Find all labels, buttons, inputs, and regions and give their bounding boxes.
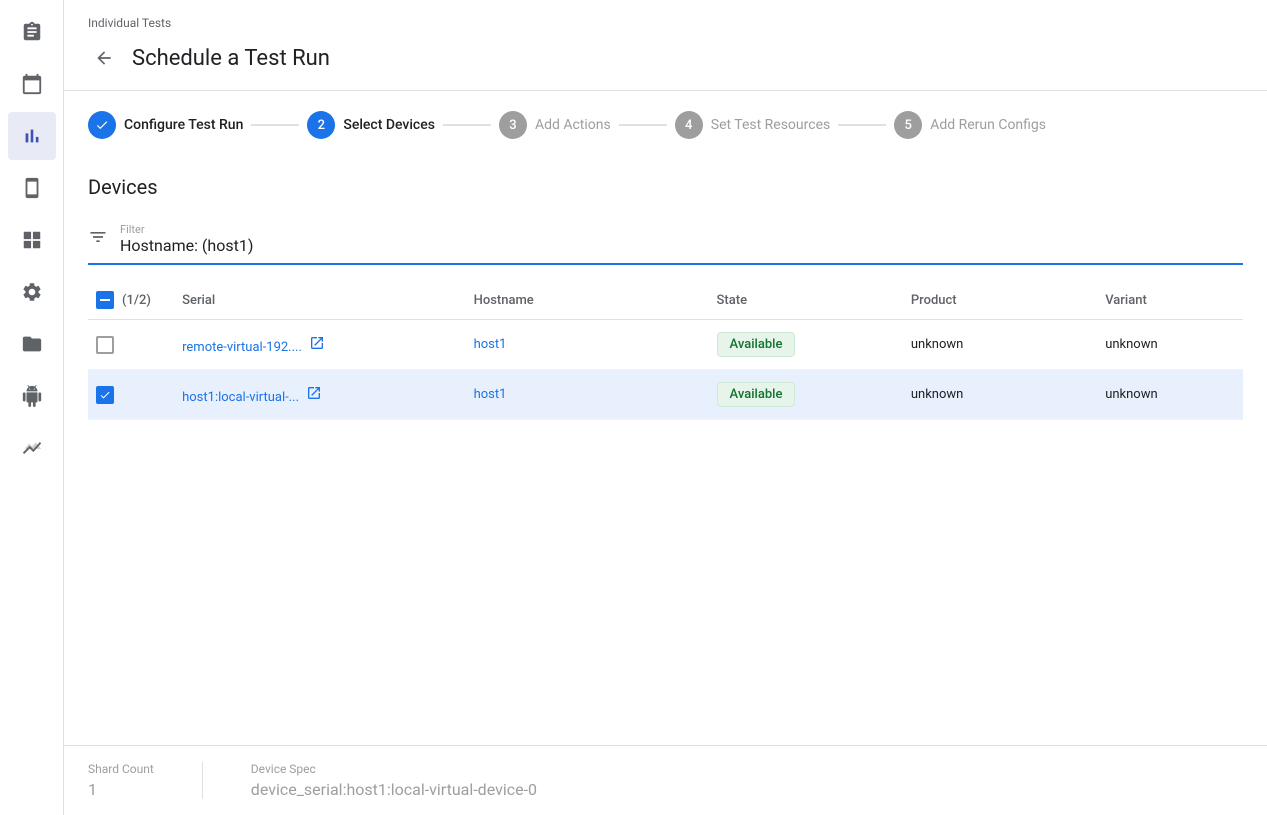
devices-table: (1/2) Serial Hostname State Product — [88, 281, 1243, 420]
step-5-circle: 5 — [894, 111, 922, 139]
row-1-serial: remote-virtual-192.... — [174, 320, 466, 370]
step-3-circle: 3 — [499, 111, 527, 139]
row-1-variant: unknown — [1097, 320, 1243, 370]
row-2-variant: unknown — [1097, 370, 1243, 420]
table-header-serial: Serial — [174, 281, 466, 320]
row-2-serial: host1:local-virtual-... — [174, 370, 466, 420]
row-2-external-link-icon[interactable] — [306, 385, 322, 401]
row-2-hostname-link[interactable]: host1 — [474, 387, 507, 402]
row-2-checkbox[interactable] — [96, 386, 114, 404]
step-3-number: 3 — [509, 118, 516, 133]
row-2-state: Available — [709, 370, 903, 420]
page-header: Individual Tests Schedule a Test Run — [64, 0, 1267, 91]
table-row[interactable]: remote-virtual-192.... host1 Available u… — [88, 320, 1243, 370]
sidebar-item-android[interactable] — [8, 372, 56, 420]
sidebar-item-grid[interactable] — [8, 216, 56, 264]
sidebar — [0, 0, 64, 815]
shard-count-label: Shard Count — [88, 762, 154, 776]
filter-row[interactable]: Filter Hostname: (host1) — [88, 215, 1243, 265]
check-icon — [95, 118, 109, 132]
content-area: Devices Filter Hostname: (host1) — [64, 159, 1267, 745]
sidebar-item-calendar[interactable] — [8, 60, 56, 108]
step-5[interactable]: 5 Add Rerun Configs — [894, 111, 1046, 139]
back-button[interactable] — [88, 42, 120, 74]
device-spec-label: Device Spec — [251, 762, 537, 776]
device-spec-field: Device Spec device_serial:host1:local-vi… — [251, 762, 537, 799]
table-row[interactable]: host1:local-virtual-... host1 Available … — [88, 370, 1243, 420]
step-5-label: Add Rerun Configs — [930, 117, 1046, 133]
row-2-checkbox-cell[interactable] — [88, 370, 174, 420]
step-3-label: Add Actions — [535, 117, 611, 133]
row-count: (1/2) — [122, 293, 151, 308]
page-title: Schedule a Test Run — [132, 46, 330, 71]
shard-count-field: Shard Count 1 — [88, 762, 154, 799]
row-1-external-link-icon[interactable] — [309, 335, 325, 351]
connector-2-3 — [443, 124, 491, 126]
step-2-circle: 2 — [307, 111, 335, 139]
step-5-number: 5 — [905, 118, 912, 133]
connector-4-5 — [838, 124, 886, 126]
row-1-serial-link[interactable]: remote-virtual-192.... — [182, 340, 302, 355]
table-header-checkbox: (1/2) — [88, 281, 174, 320]
indeterminate-line — [100, 299, 110, 301]
step-2[interactable]: 2 Select Devices — [307, 111, 435, 139]
step-3[interactable]: 3 Add Actions — [499, 111, 611, 139]
bottom-panel: Shard Count 1 Device Spec device_serial:… — [64, 745, 1267, 815]
device-spec-value: device_serial:host1:local-virtual-device… — [251, 780, 537, 799]
main-content: Individual Tests Schedule a Test Run Con… — [64, 0, 1267, 815]
filter-value: Hostname: (host1) — [120, 236, 253, 255]
row-2-serial-link[interactable]: host1:local-virtual-... — [182, 390, 299, 405]
sidebar-item-phone[interactable] — [8, 164, 56, 212]
sidebar-item-waveform[interactable] — [8, 424, 56, 472]
row-1-checkbox-cell[interactable] — [88, 320, 174, 370]
row-1-status-badge: Available — [717, 332, 796, 357]
table-header-row: (1/2) Serial Hostname State Product — [88, 281, 1243, 320]
row-1-hostname-link[interactable]: host1 — [474, 337, 507, 352]
section-title: Devices — [88, 175, 1243, 199]
step-1[interactable]: Configure Test Run — [88, 111, 243, 139]
filter-icon — [88, 227, 108, 251]
sidebar-item-folder[interactable] — [8, 320, 56, 368]
step-4-circle: 4 — [675, 111, 703, 139]
check-icon — [99, 389, 111, 401]
sidebar-item-settings[interactable] — [8, 268, 56, 316]
shard-count-value: 1 — [88, 780, 154, 799]
back-icon — [94, 48, 114, 68]
row-1-state: Available — [709, 320, 903, 370]
table-header-variant: Variant — [1097, 281, 1243, 320]
sidebar-item-chart[interactable] — [8, 112, 56, 160]
step-1-label: Configure Test Run — [124, 117, 243, 133]
indeterminate-checkbox[interactable] — [96, 291, 114, 309]
row-2-status-badge: Available — [717, 382, 796, 407]
step-2-label: Select Devices — [343, 117, 435, 133]
stepper: Configure Test Run 2 Select Devices 3 Ad… — [64, 91, 1267, 159]
table-header-product: Product — [903, 281, 1097, 320]
connector-1-2 — [251, 124, 299, 126]
breadcrumb: Individual Tests — [88, 8, 1243, 34]
filter-content: Filter Hostname: (host1) — [120, 223, 253, 255]
step-4-number: 4 — [685, 118, 692, 133]
row-1-hostname: host1 — [466, 320, 709, 370]
step-2-number: 2 — [318, 118, 325, 133]
table-header-hostname: Hostname — [466, 281, 709, 320]
bottom-divider — [202, 762, 203, 799]
step-4-label: Set Test Resources — [711, 117, 830, 133]
connector-3-4 — [619, 124, 667, 126]
table-header-state: State — [709, 281, 903, 320]
row-1-checkbox[interactable] — [96, 336, 114, 354]
row-2-product: unknown — [903, 370, 1097, 420]
step-4[interactable]: 4 Set Test Resources — [675, 111, 830, 139]
sidebar-item-clipboard[interactable] — [8, 8, 56, 56]
filter-label: Filter — [120, 223, 253, 236]
row-1-product: unknown — [903, 320, 1097, 370]
row-2-hostname: host1 — [466, 370, 709, 420]
step-1-circle — [88, 111, 116, 139]
